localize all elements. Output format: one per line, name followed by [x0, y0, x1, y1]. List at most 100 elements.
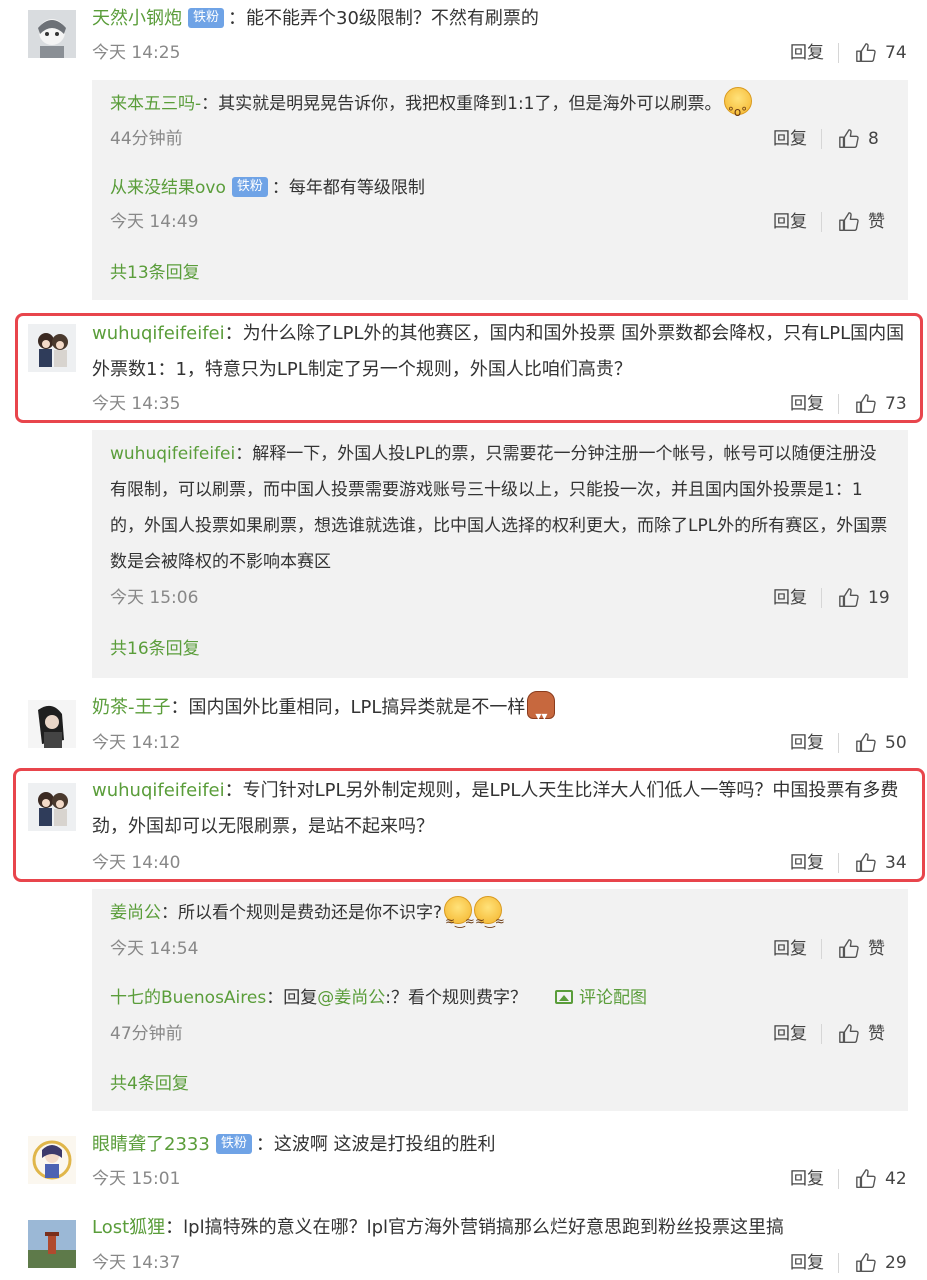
reply-button[interactable]: 回复: [790, 1165, 824, 1193]
separator: ：: [201, 94, 219, 114]
like-count[interactable]: 赞: [868, 935, 890, 963]
avatar[interactable]: [28, 1220, 76, 1268]
thumbs-up-icon[interactable]: [838, 1023, 860, 1045]
username-link[interactable]: 姜尚公: [110, 903, 161, 923]
separator: ：: [271, 178, 289, 198]
more-replies-link[interactable]: 共16条回复: [110, 635, 200, 663]
divider: [838, 1253, 839, 1273]
fan-badge: 铁粉: [215, 1134, 252, 1154]
timestamp: 今天 14:54: [110, 939, 199, 959]
username-link[interactable]: 奶茶-王子: [92, 697, 171, 718]
divider: [838, 394, 839, 414]
like-count[interactable]: 赞: [868, 208, 890, 236]
divider: [821, 1024, 822, 1044]
reply-body: 从来没结果ovo 铁粉 ：每年都有等级限制: [110, 170, 890, 206]
divider: [838, 1169, 839, 1189]
more-replies-link[interactable]: 共13条回复: [110, 259, 200, 287]
reply-item: 从来没结果ovo 铁粉 ：每年都有等级限制 今天 14:49 回复 赞: [110, 170, 890, 246]
reply-text: 每年都有等级限制: [288, 178, 425, 198]
reply-button[interactable]: 回复: [790, 390, 824, 418]
reply-button[interactable]: 回复: [790, 729, 824, 757]
mention-link[interactable]: @姜尚公: [317, 988, 385, 1008]
timestamp: 44分钟前: [110, 129, 183, 149]
like-count[interactable]: 19: [868, 584, 890, 612]
thumbs-up-icon[interactable]: [855, 1252, 877, 1274]
avatar[interactable]: [28, 783, 76, 831]
more-replies-link[interactable]: 共4条回复: [110, 1070, 189, 1098]
reply-body: 来本五三吗-：其实就是明晃晃告诉你，我把权重降到1:1了，但是海外可以刷票。 °o…: [110, 86, 890, 122]
reply-prefix: 回复: [283, 988, 318, 1008]
reply-button[interactable]: 回复: [790, 39, 824, 67]
avatar[interactable]: [28, 700, 76, 748]
reply-button[interactable]: 回复: [790, 1249, 824, 1277]
comment-text: 能不能弄个30级限制？不然有刷票的: [246, 8, 539, 29]
separator: ：: [161, 903, 178, 923]
thumbs-up-icon[interactable]: [855, 393, 877, 415]
like-count[interactable]: 29: [885, 1249, 907, 1277]
username-link[interactable]: 十七的BuenosAires: [110, 988, 266, 1008]
thumbs-up-icon[interactable]: [838, 211, 860, 233]
thumbs-up-icon[interactable]: [838, 587, 860, 609]
like-count[interactable]: 赞: [868, 1020, 890, 1048]
thumbs-up-icon[interactable]: [855, 852, 877, 874]
timestamp: 今天 14:35: [92, 394, 181, 414]
comment-image-link[interactable]: 评论配图: [579, 988, 647, 1008]
reply-button[interactable]: 回复: [773, 125, 807, 153]
fan-badge: 铁粉: [188, 8, 225, 28]
thumbs-up-icon[interactable]: [855, 1168, 877, 1190]
dizzy-face-icon: ≈‿≈: [474, 896, 505, 928]
reply-button[interactable]: 回复: [773, 1020, 807, 1048]
like-count[interactable]: 74: [885, 39, 907, 67]
like-count[interactable]: 34: [885, 849, 907, 877]
timestamp: 今天 14:25: [92, 43, 181, 63]
reply-text: :？看个规则费字？: [385, 988, 527, 1008]
avatar[interactable]: [28, 324, 76, 372]
username-link[interactable]: 来本五三吗-: [110, 94, 201, 114]
avatar[interactable]: [28, 10, 76, 58]
like-count[interactable]: 50: [885, 729, 907, 757]
comment-body: 眼睛聋了2333 铁粉 ：这波啊 这波是打投组的胜利: [92, 1127, 907, 1163]
separator: ：: [235, 444, 253, 464]
avatar[interactable]: [28, 1136, 76, 1184]
thumbs-up-icon[interactable]: [855, 732, 877, 754]
username-link[interactable]: 天然小钢炮: [92, 8, 182, 29]
like-count[interactable]: 42: [885, 1165, 907, 1193]
divider: [821, 129, 822, 149]
reply-button[interactable]: 回复: [773, 935, 807, 963]
username-link[interactable]: wuhuqifeifeifei: [92, 323, 225, 344]
reply-item: 十七的BuenosAires：回复@姜尚公:？看个规则费字？ 评论配图 47分钟前…: [110, 980, 890, 1056]
separator: ：: [224, 780, 243, 801]
divider: [838, 43, 839, 63]
like-count[interactable]: 73: [885, 390, 907, 418]
thumbs-up-icon[interactable]: [838, 128, 860, 150]
username-link[interactable]: wuhuqifeifeifei: [92, 780, 225, 801]
username-link[interactable]: 眼睛聋了2333: [92, 1134, 210, 1155]
timestamp: 今天 15:06: [110, 588, 199, 608]
like-count[interactable]: 8: [868, 125, 890, 153]
username-link[interactable]: wuhuqifeifeifei: [110, 444, 235, 464]
timestamp: 今天 14:12: [92, 733, 181, 753]
comment-text: lpl搞特殊的意义在哪？lpl官方海外营销搞那么烂好意思跑到粉丝投票这里搞: [183, 1217, 785, 1238]
reply-thread: wuhuqifeifeifei：解释一下，外国人投LPL的票，只需要花一分钟注册…: [92, 430, 908, 678]
comment-body: Lost狐狸：lpl搞特殊的意义在哪？lpl官方海外营销搞那么烂好意思跑到粉丝投…: [92, 1210, 907, 1246]
comment-body: wuhuqifeifeifei：专门针对LPL另外制定规则，是LPL人天生比洋大…: [92, 773, 907, 845]
image-icon[interactable]: [554, 990, 573, 1004]
separator: ：: [165, 1217, 184, 1238]
username-link[interactable]: 从来没结果ovo: [110, 178, 226, 198]
reply-button[interactable]: 回复: [773, 584, 807, 612]
username-link[interactable]: Lost狐狸: [92, 1217, 165, 1238]
reply-item: wuhuqifeifeifei：解释一下，外国人投LPL的票，只需要花一分钟注册…: [110, 436, 890, 616]
comment-text: 国内国外比重相同，LPL搞异类就是不一样: [188, 697, 526, 718]
thumbs-up-icon[interactable]: [855, 42, 877, 64]
comment-body: 奶茶-王子：国内国外比重相同，LPL搞异类就是不一样 ▾▾: [92, 690, 907, 726]
thumbs-up-icon[interactable]: [838, 938, 860, 960]
reply-thread: 来本五三吗-：其实就是明晃晃告诉你，我把权重降到1:1了，但是海外可以刷票。 °o…: [92, 80, 908, 300]
separator: ：: [228, 8, 247, 29]
fan-badge: 铁粉: [231, 177, 268, 197]
reply-button[interactable]: 回复: [790, 849, 824, 877]
timestamp: 今天 15:01: [92, 1169, 181, 1189]
reply-button[interactable]: 回复: [773, 208, 807, 236]
scared-face-icon: °o°: [723, 87, 752, 119]
divider: [838, 733, 839, 753]
reply-body: 姜尚公：所以看个规则是费劲还是你不识字? ≈‿≈ ≈‿≈: [110, 895, 890, 931]
